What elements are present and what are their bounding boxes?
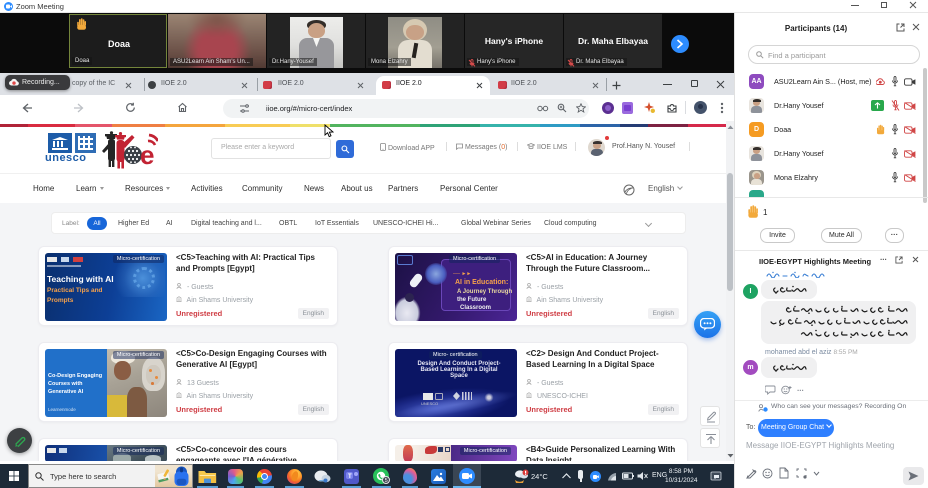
svg-text:e: e	[140, 140, 154, 170]
